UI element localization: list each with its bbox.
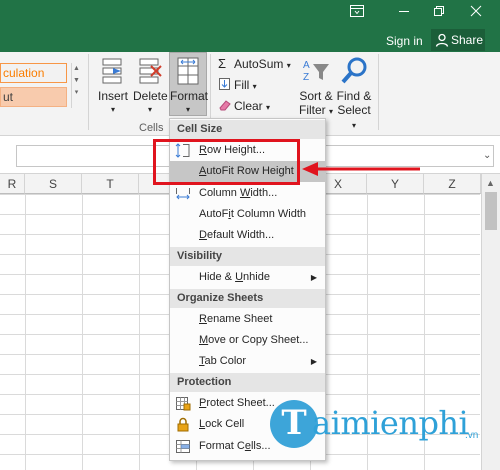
find-select-button[interactable]: Find & Select ▾ <box>334 56 374 133</box>
sign-in-link[interactable]: Sign in <box>386 34 423 48</box>
section-visibility: Visibility <box>170 247 325 266</box>
insert-label: Insert <box>97 89 128 103</box>
scroll-thumb[interactable] <box>485 192 497 230</box>
magnifier-icon <box>341 57 367 84</box>
column-header[interactable]: Z <box>424 174 481 194</box>
clear-label: Clear <box>234 99 263 113</box>
sort-filter-icon: A Z <box>303 60 329 83</box>
autosum-button[interactable]: Σ AutoSum ▾ <box>218 56 291 74</box>
clear-button[interactable]: Clear ▾ <box>218 98 270 116</box>
sort-filter-button[interactable]: A Z Sort & Filter ▾ <box>296 56 336 119</box>
column-header[interactable]: S <box>25 174 82 194</box>
share-button[interactable]: Share <box>431 29 485 51</box>
format-cells-icon <box>177 57 199 85</box>
submenu-arrow-icon: ▶ <box>310 357 317 366</box>
style-output[interactable]: ut <box>0 87 67 107</box>
sort-filter-label-1: Sort & <box>299 89 333 103</box>
autosum-label: AutoSum <box>234 57 284 71</box>
column-header[interactable]: T <box>82 174 139 194</box>
menu-item-tab-color[interactable]: Tab Color ▶ <box>170 351 325 372</box>
svg-text:A: A <box>303 60 310 71</box>
watermark-t-badge: T <box>270 400 318 448</box>
lock-icon <box>175 417 191 432</box>
section-protection: Protection <box>170 373 325 392</box>
menu-item-move-copy-sheet[interactable]: Move or Copy Sheet... <box>170 330 325 351</box>
ribbon-separator <box>378 54 379 130</box>
find-select-label-2: Select ▾ <box>337 103 371 130</box>
format-label: Format <box>170 89 209 103</box>
format-button[interactable]: Format ▾ <box>170 56 209 117</box>
find-select-label-1: Find & <box>336 89 372 103</box>
minimize-icon[interactable] <box>390 4 418 22</box>
svg-text:Z: Z <box>303 72 309 83</box>
insert-button[interactable]: Insert ▾ <box>96 56 130 117</box>
ribbon-separator <box>88 54 89 130</box>
menu-item-default-width[interactable]: Default Width... <box>170 225 325 246</box>
annotation-arrow-icon <box>302 162 420 176</box>
sort-filter-label-2: Filter ▾ <box>298 103 334 117</box>
close-icon[interactable] <box>462 4 490 22</box>
insert-cells-icon <box>102 58 122 84</box>
share-label: Share <box>451 33 484 47</box>
watermark-suffix: .vn <box>465 430 479 441</box>
menu-item-autofit-column-width[interactable]: AutoFit Column Width <box>170 204 325 225</box>
section-organize-sheets: Organize Sheets <box>170 289 325 308</box>
restore-icon[interactable] <box>425 4 453 22</box>
eraser-icon <box>218 98 231 116</box>
submenu-arrow-icon: ▶ <box>310 273 317 282</box>
fill-down-icon <box>218 77 231 95</box>
fill-button[interactable]: Fill ▾ <box>218 77 257 95</box>
delete-label: Delete <box>133 89 168 103</box>
fill-label: Fill <box>234 78 250 92</box>
expand-formula-bar-icon[interactable]: ⌄ <box>483 150 491 161</box>
person-icon <box>435 33 449 47</box>
title-bar: Sign in Share <box>0 0 500 52</box>
menu-item-column-width[interactable]: Column Width... <box>170 183 325 204</box>
sigma-icon: Σ <box>218 56 227 71</box>
vertical-scrollbar[interactable]: ▲ <box>481 174 500 470</box>
style-calculation[interactable]: culation <box>0 63 67 83</box>
column-header[interactable]: Y <box>367 174 424 194</box>
delete-button[interactable]: Delete ▾ <box>133 56 168 117</box>
watermark-text: aimienphi <box>312 404 469 442</box>
scroll-up-icon[interactable]: ▲ <box>486 178 495 188</box>
menu-item-hide-unhide[interactable]: Hide & Unhide ▶ <box>170 267 325 288</box>
ribbon-display-options-icon[interactable] <box>343 4 371 22</box>
delete-cells-icon <box>139 58 162 84</box>
protect-sheet-icon <box>175 396 191 411</box>
cells-group-label: Cells <box>139 122 164 134</box>
column-header[interactable]: R <box>0 174 25 194</box>
format-cells-small-icon <box>175 439 191 454</box>
styles-scroll[interactable]: ▲ ▼ ▾ <box>71 63 81 108</box>
column-width-icon <box>175 186 191 201</box>
section-cell-size: Cell Size <box>170 120 325 139</box>
menu-item-rename-sheet[interactable]: Rename Sheet <box>170 309 325 330</box>
annotation-highlight-box <box>153 139 300 185</box>
